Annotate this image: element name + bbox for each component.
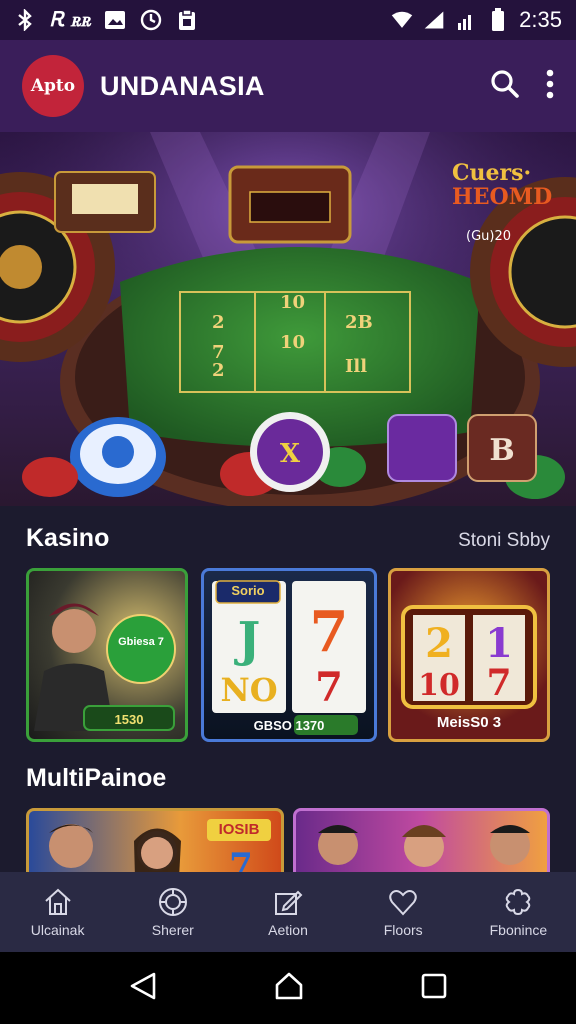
casino-chip-icon: [158, 888, 187, 916]
svg-text:7: 7: [486, 662, 511, 704]
nav-item-casino[interactable]: Sherer: [115, 872, 230, 952]
clock-notification-icon: [140, 9, 162, 31]
svg-text:X: X: [280, 439, 301, 469]
home-button-icon[interactable]: [274, 971, 304, 1006]
gear-flower-icon: [506, 888, 531, 916]
svg-text:10: 10: [280, 332, 305, 353]
signal-bars-icon: [455, 9, 477, 31]
svg-text:7: 7: [315, 664, 343, 711]
multi-tile-2[interactable]: [293, 808, 550, 878]
svg-text:NO: NO: [220, 671, 277, 709]
nav-label-home: Ulcainak: [30, 922, 85, 938]
svg-text:2: 2: [425, 620, 453, 667]
banner-sub: (Gu)20: [466, 229, 511, 244]
more-options-icon[interactable]: [546, 69, 554, 104]
banner-title-line1: Cuers·: [452, 160, 531, 186]
svg-text:2: 2: [212, 312, 225, 333]
back-icon[interactable]: [128, 971, 158, 1006]
nav-item-favorites[interactable]: Floors: [346, 872, 461, 952]
wifi-icon: [391, 9, 413, 31]
tile-3-label: MeisS0 3: [436, 714, 502, 731]
nav-label-favorites: Floors: [383, 922, 423, 938]
signal-icon: [423, 9, 445, 31]
system-navigation-bar: [0, 952, 576, 1024]
nav-item-action[interactable]: Aetion: [230, 872, 345, 952]
app-bar: Apto UNDANASIA: [0, 40, 576, 132]
section-multi-title: MultiPainoe: [26, 764, 167, 792]
svg-text:2: 2: [212, 360, 225, 381]
section-multi-header: MultiPainoe: [26, 764, 550, 793]
section-kasino-header: Kasino Stoni Sbby: [26, 524, 550, 553]
search-icon[interactable]: [490, 69, 520, 104]
nav-label-settings: Fbonince: [489, 922, 548, 938]
svg-text:Ill: Ill: [345, 356, 367, 377]
bottom-navigation: Ulcainak Sherer Aetion Floors Fbonince: [0, 872, 576, 952]
hero-banner[interactable]: 272 10 10 2B Ill Cuers· HEOMD (Gu)20 X B: [0, 132, 576, 506]
svg-text:10: 10: [418, 668, 460, 703]
recents-icon[interactable]: [420, 972, 448, 1005]
svg-text:2B: 2B: [345, 312, 373, 333]
game-tile-1[interactable]: Gbiesa 7 1530: [26, 568, 188, 742]
bluetooth-icon: [14, 9, 36, 31]
svg-text:J: J: [234, 612, 261, 668]
svg-text:10: 10: [280, 292, 305, 313]
home-icon: [44, 888, 71, 915]
multi-tile-1-badge: IOSIB: [218, 821, 260, 838]
app-logo-text: Apto: [30, 76, 76, 96]
nav-label-action: Aetion: [268, 922, 308, 938]
carrier-text: Ꭱ ꭱꭱ: [50, 8, 91, 31]
app-title: UNDANASIA: [100, 70, 265, 101]
battery-icon: [487, 8, 509, 31]
see-all-link[interactable]: Stoni Sbby: [458, 530, 550, 552]
svg-text:1: 1: [485, 620, 513, 667]
image-notification-icon: [104, 9, 126, 31]
game-tile-3[interactable]: 2 10 1 7 MeisS0 3: [388, 568, 550, 742]
tile-2-reel-top: Sorio: [231, 583, 265, 598]
nav-label-casino: Sherer: [151, 922, 194, 938]
app-logo[interactable]: Apto: [22, 55, 84, 117]
status-bar: Ꭱ ꭱꭱ 2:35: [0, 0, 576, 40]
section-kasino-title: Kasino: [26, 524, 110, 552]
tile-2-label: GBSO 1370: [253, 718, 325, 733]
nav-item-settings[interactable]: Fbonince: [461, 872, 576, 952]
svg-text:B: B: [489, 433, 514, 468]
banner-title-line2: HEOMD: [452, 184, 552, 210]
status-time: 2:35: [519, 7, 562, 32]
tile-1-badge: Gbiesa 7: [118, 636, 164, 648]
heart-icon: [389, 890, 417, 916]
game-tile-2[interactable]: J NO 7 7 Sorio GBSO 1370: [201, 568, 377, 742]
clipboard-notification-icon: [176, 9, 198, 31]
tile-1-label: 1530: [114, 712, 144, 727]
multi-tile-1[interactable]: 7 IOSIB: [26, 808, 284, 878]
nav-item-home[interactable]: Ulcainak: [0, 872, 115, 952]
svg-text:7: 7: [310, 599, 349, 665]
edit-icon: [275, 890, 303, 915]
